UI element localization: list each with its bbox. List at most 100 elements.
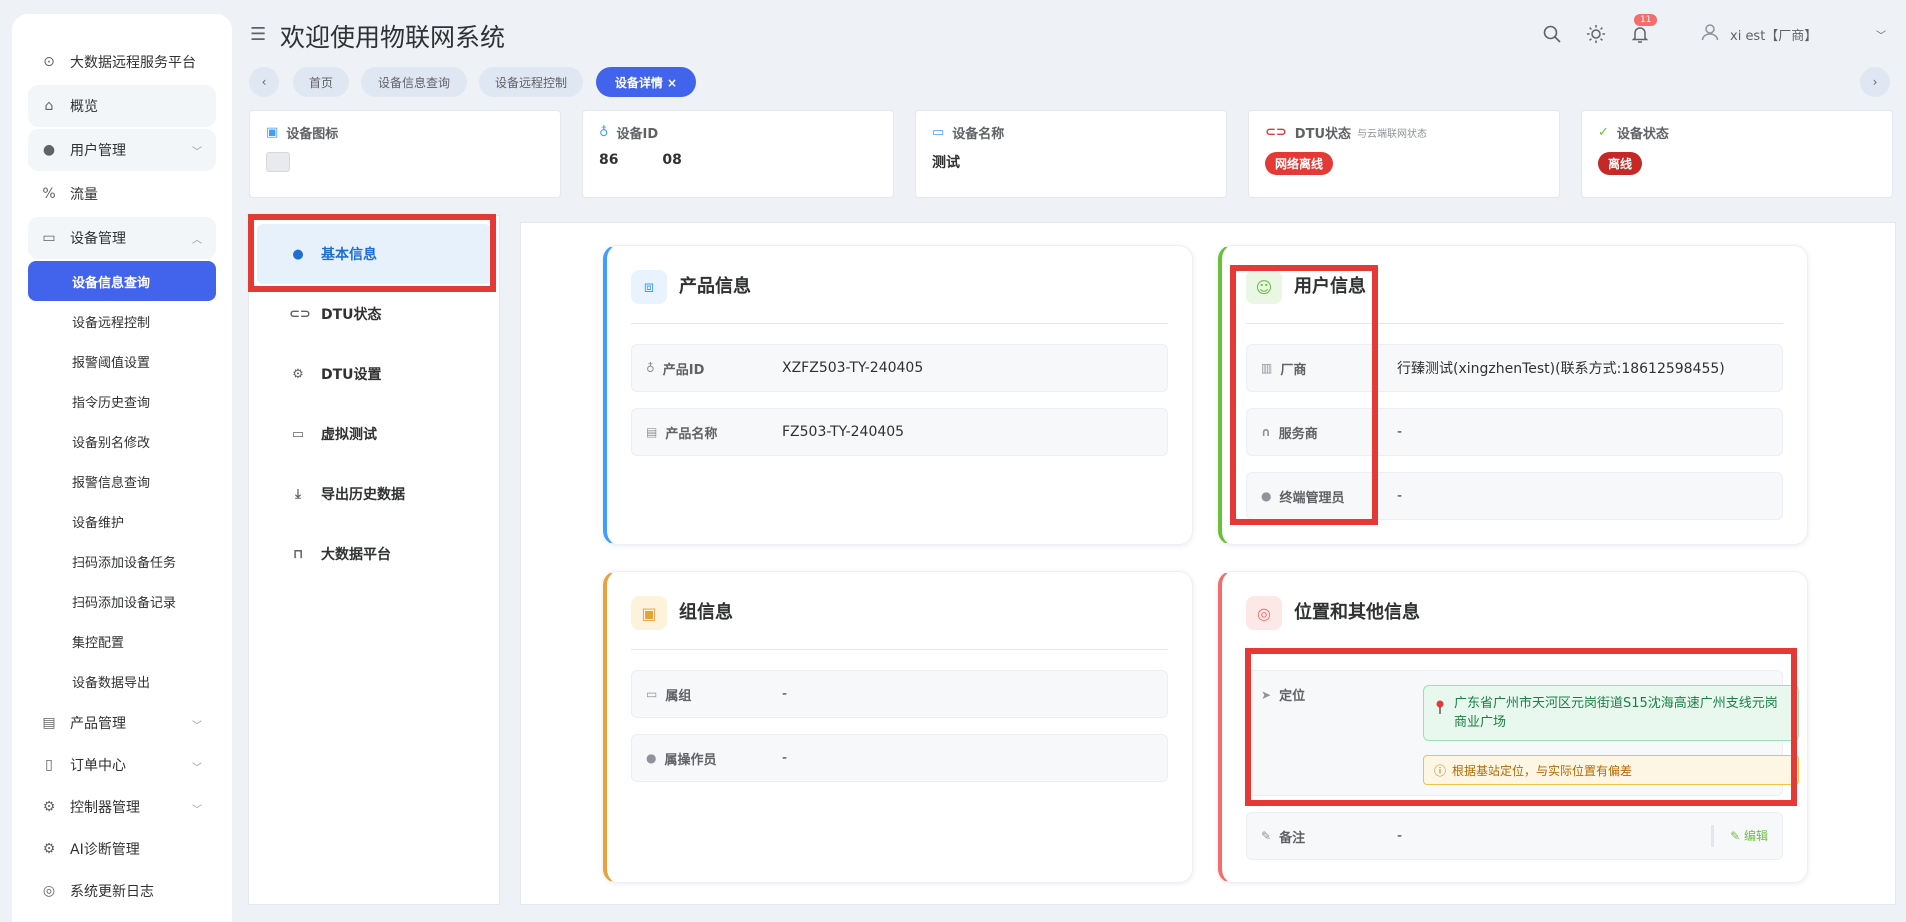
user-icon: ☺: [1246, 270, 1282, 304]
tab-1[interactable]: 设备信息查询: [361, 67, 467, 97]
location-info-title: 位置和其他信息: [1294, 602, 1420, 623]
product-info-title: 产品信息: [679, 276, 751, 297]
device-name-label: 设备名称: [952, 127, 1005, 142]
sidebar-subitem-3[interactable]: 指令历史查询: [28, 381, 216, 421]
map-pin-icon: ◎: [1246, 596, 1282, 630]
dtu-status-label: DTU状态: [1294, 127, 1352, 142]
sidebar-item-3[interactable]: % 流量: [28, 173, 216, 215]
sidebar-item-label: 用户管理: [70, 143, 126, 159]
device-status-badge: 离线: [1598, 152, 1643, 175]
location-address-box: 广东省广州市天河区元岗街道S15沈海高速广州支线元岗商业广场: [1423, 685, 1799, 741]
sidebar-item-label: 控制器管理: [70, 800, 140, 816]
sidebar-subitem-0[interactable]: 设备信息查询: [28, 261, 216, 301]
product-id-value: XZFZ503-TY-240405: [782, 360, 924, 376]
sidebar-item-0[interactable]: ⊙ 大数据远程服务平台: [28, 41, 216, 83]
sidebar-item-label: AI诊断管理: [70, 842, 140, 858]
sidebar-subitem-9[interactable]: 集控配置: [28, 621, 216, 661]
product-id-row: ♁ 产品ID XZFZ503-TY-240405: [631, 344, 1168, 392]
tab-scroll-left-button[interactable]: ‹: [249, 67, 279, 97]
detail-menu-item-4[interactable]: ⤓ 导出历史数据: [257, 464, 491, 524]
chevron-down-icon: ﹀: [192, 721, 202, 732]
building-icon: ▥: [1261, 361, 1273, 375]
search-icon[interactable]: [1540, 22, 1564, 46]
sidebar-item-label: 概览: [70, 99, 98, 115]
user-menu[interactable]: xi est【厂商】 ﹀: [1688, 17, 1898, 51]
sidebar-subitem-7[interactable]: 扫码添加设备任务: [28, 541, 216, 581]
sidebar-subitem-5[interactable]: 报警信息查询: [28, 461, 216, 501]
user-icon: ●: [42, 142, 56, 158]
location-warning: ⓘ 根据基站定位，与实际位置有偏差: [1423, 755, 1799, 785]
key-icon: ♁: [599, 125, 609, 140]
tab-2[interactable]: 设备远程控制: [479, 67, 583, 97]
detail-menu-label: 大数据平台: [321, 547, 391, 563]
sidebar-subitem-4[interactable]: 设备别名修改: [28, 421, 216, 461]
link-icon: ⊂⊃: [1265, 125, 1287, 140]
detail-menu-label: DTU设置: [321, 367, 382, 383]
sidebar-subitem-6[interactable]: 设备维护: [28, 501, 216, 541]
save-icon: ▣: [631, 596, 667, 630]
link-icon: ⊂⊃: [289, 306, 311, 322]
sidebar-item-label: 设备管理: [70, 231, 126, 247]
edit-remark-label: 编辑: [1743, 829, 1768, 843]
monitor-icon: ▭: [932, 125, 945, 140]
product-info-card: ⧈ 产品信息 ♁ 产品ID XZFZ503-TY-240405 ▤ 产品名称 FZ5…: [603, 245, 1193, 545]
folder-icon: ▭: [646, 687, 658, 701]
dtu-status-note: 与云端联网状态: [1357, 129, 1428, 140]
location-warning-text: 根据基站定位，与实际位置有偏差: [1452, 763, 1633, 778]
sidebar-item-label: 大数据远程服务平台: [70, 55, 196, 71]
tab-3[interactable]: 设备详情 ×: [596, 67, 696, 97]
sidebar-item-2[interactable]: ● 用户管理 ﹀: [28, 129, 216, 171]
location-info-card: ◎ 位置和其他信息 ➤ 定位 广东省广州市天河区元岗街道S15沈海高速广州支线元岗…: [1218, 571, 1808, 883]
theme-sun-icon[interactable]: [1584, 22, 1608, 46]
navigation-arrow-icon: ➤: [1261, 687, 1272, 702]
detail-menu-item-0[interactable]: ● 基本信息: [257, 224, 491, 284]
sidebar-bottom-item-1[interactable]: ▯ 订单中心 ﹀: [28, 745, 216, 785]
tab-scroll-right-button[interactable]: ›: [1860, 67, 1890, 97]
key-icon: ♁: [646, 361, 655, 375]
device-status-card: ✓ 设备状态 离线: [1581, 110, 1893, 198]
product-icon: ▤: [42, 715, 56, 731]
sidebar-bottom-item-0[interactable]: ▤ 产品管理 ﹀: [28, 703, 216, 743]
user-avatar-icon: [1700, 22, 1720, 46]
image-icon: ▣: [266, 125, 279, 140]
detail-menu-item-2[interactable]: ⚙ DTU设置: [257, 344, 491, 404]
tab-0[interactable]: 首页: [293, 67, 349, 97]
page-title: 欢迎使用物联网系统: [280, 23, 506, 52]
sidebar-item-1[interactable]: ⌂ 概览: [28, 85, 216, 127]
traffic-icon: %: [42, 186, 56, 202]
sidebar-item-label: 订单中心: [70, 758, 126, 774]
operator-label: 属操作员: [664, 752, 717, 768]
detail-menu-item-1[interactable]: ⊂⊃ DTU状态: [257, 284, 491, 344]
download-icon: ⤓: [295, 486, 301, 502]
edit-divider: [1711, 825, 1714, 847]
sidebar-bottom-item-4[interactable]: ◎ 系统更新日志: [28, 871, 216, 911]
red-pin-icon: [1436, 700, 1444, 714]
sidebar-bottom-item-3[interactable]: ⚙ AI诊断管理: [28, 829, 216, 869]
device-name-value: 测试: [932, 155, 960, 171]
info-icon: ●: [292, 246, 304, 262]
sidebar-subitem-2[interactable]: 报警阈值设置: [28, 341, 216, 381]
edit-remark-button[interactable]: ✎ 编辑: [1730, 827, 1768, 844]
sidebar-subitem-10[interactable]: 设备数据导出: [28, 661, 216, 701]
detail-menu-item-5[interactable]: ⊓ 大数据平台: [257, 524, 491, 584]
screen-icon: ▭: [291, 426, 305, 442]
service-provider-label: 服务商: [1278, 426, 1318, 442]
chevron-down-icon: ﹀: [192, 805, 202, 816]
sidebar-bottom-item-2[interactable]: ⚙ 控制器管理 ﹀: [28, 787, 216, 827]
headset-icon: ∩: [1261, 425, 1271, 439]
chevron-icon: ﹀: [192, 147, 202, 158]
vendor-label: 厂商: [1280, 362, 1307, 378]
device-image-thumbnail[interactable]: [266, 152, 290, 172]
service-provider-value: -: [1397, 424, 1403, 440]
detail-menu-label: 导出历史数据: [321, 487, 405, 503]
sidebar-item-4[interactable]: ▭ 设备管理 ︿: [28, 217, 216, 259]
person-icon: ●: [1261, 489, 1272, 503]
service-provider-row: ∩ 服务商 -: [1246, 408, 1783, 456]
home-icon: ⌂: [44, 98, 54, 114]
device-id-card: ♁ 设备ID 86 08: [582, 110, 894, 198]
detail-menu-item-3[interactable]: ▭ 虚拟测试: [257, 404, 491, 464]
sidebar-subitem-8[interactable]: 扫码添加设备记录: [28, 581, 216, 621]
warning-icon: ⓘ: [1434, 763, 1447, 778]
sidebar-subitem-1[interactable]: 设备远程控制: [28, 301, 216, 341]
menu-fold-icon[interactable]: ☰: [250, 24, 266, 45]
